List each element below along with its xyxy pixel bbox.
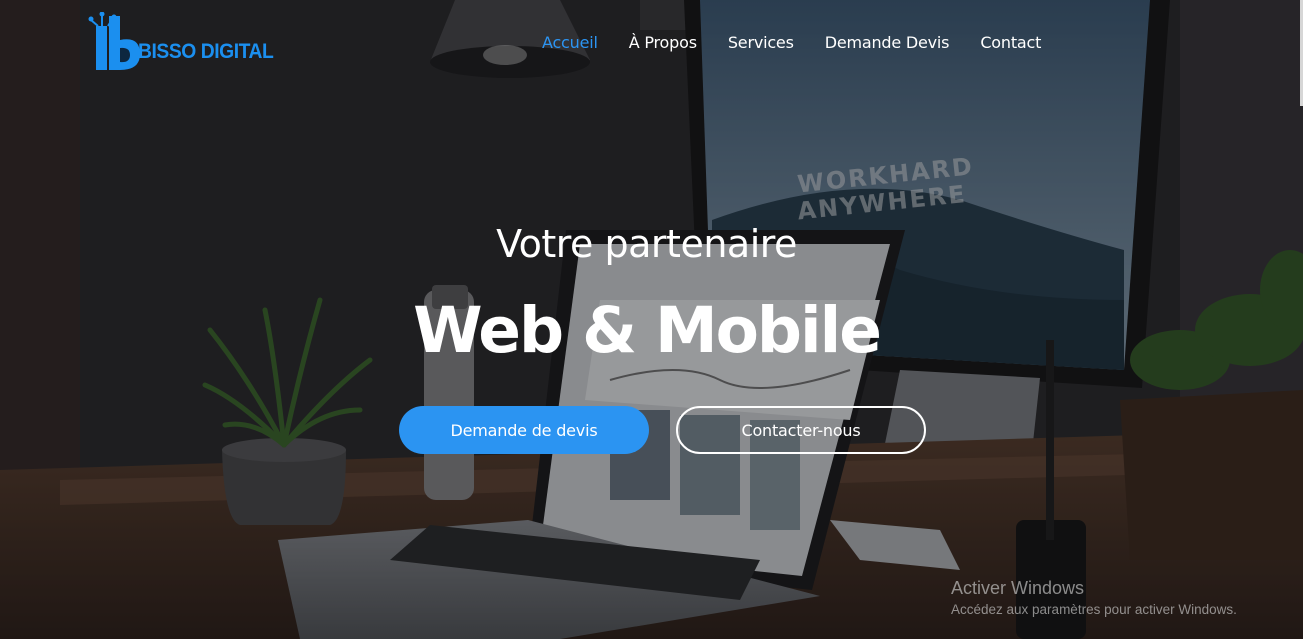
hero-subtitle: Votre partenaire bbox=[496, 222, 797, 266]
nav-link-accueil[interactable]: Accueil bbox=[542, 32, 598, 54]
quote-request-button[interactable]: Demande de devis bbox=[399, 406, 649, 454]
contact-us-button[interactable]: Contacter-nous bbox=[676, 406, 926, 454]
nav-link-a-propos[interactable]: À Propos bbox=[629, 32, 697, 54]
hero-title: Web & Mobile bbox=[413, 294, 882, 367]
windows-activation-title: Activer Windows bbox=[951, 578, 1085, 598]
nav-link-contact[interactable]: Contact bbox=[980, 32, 1041, 54]
windows-activation-subtitle: Accédez aux paramètres pour activer Wind… bbox=[951, 602, 1237, 617]
nav-link-demande-devis[interactable]: Demande Devis bbox=[825, 32, 950, 54]
nav-link-services[interactable]: Services bbox=[728, 32, 794, 54]
main-navigation: Accueil À Propos Services Demande Devis … bbox=[542, 32, 1041, 54]
brand-name[interactable]: BISSO DIGITAL bbox=[138, 40, 274, 64]
